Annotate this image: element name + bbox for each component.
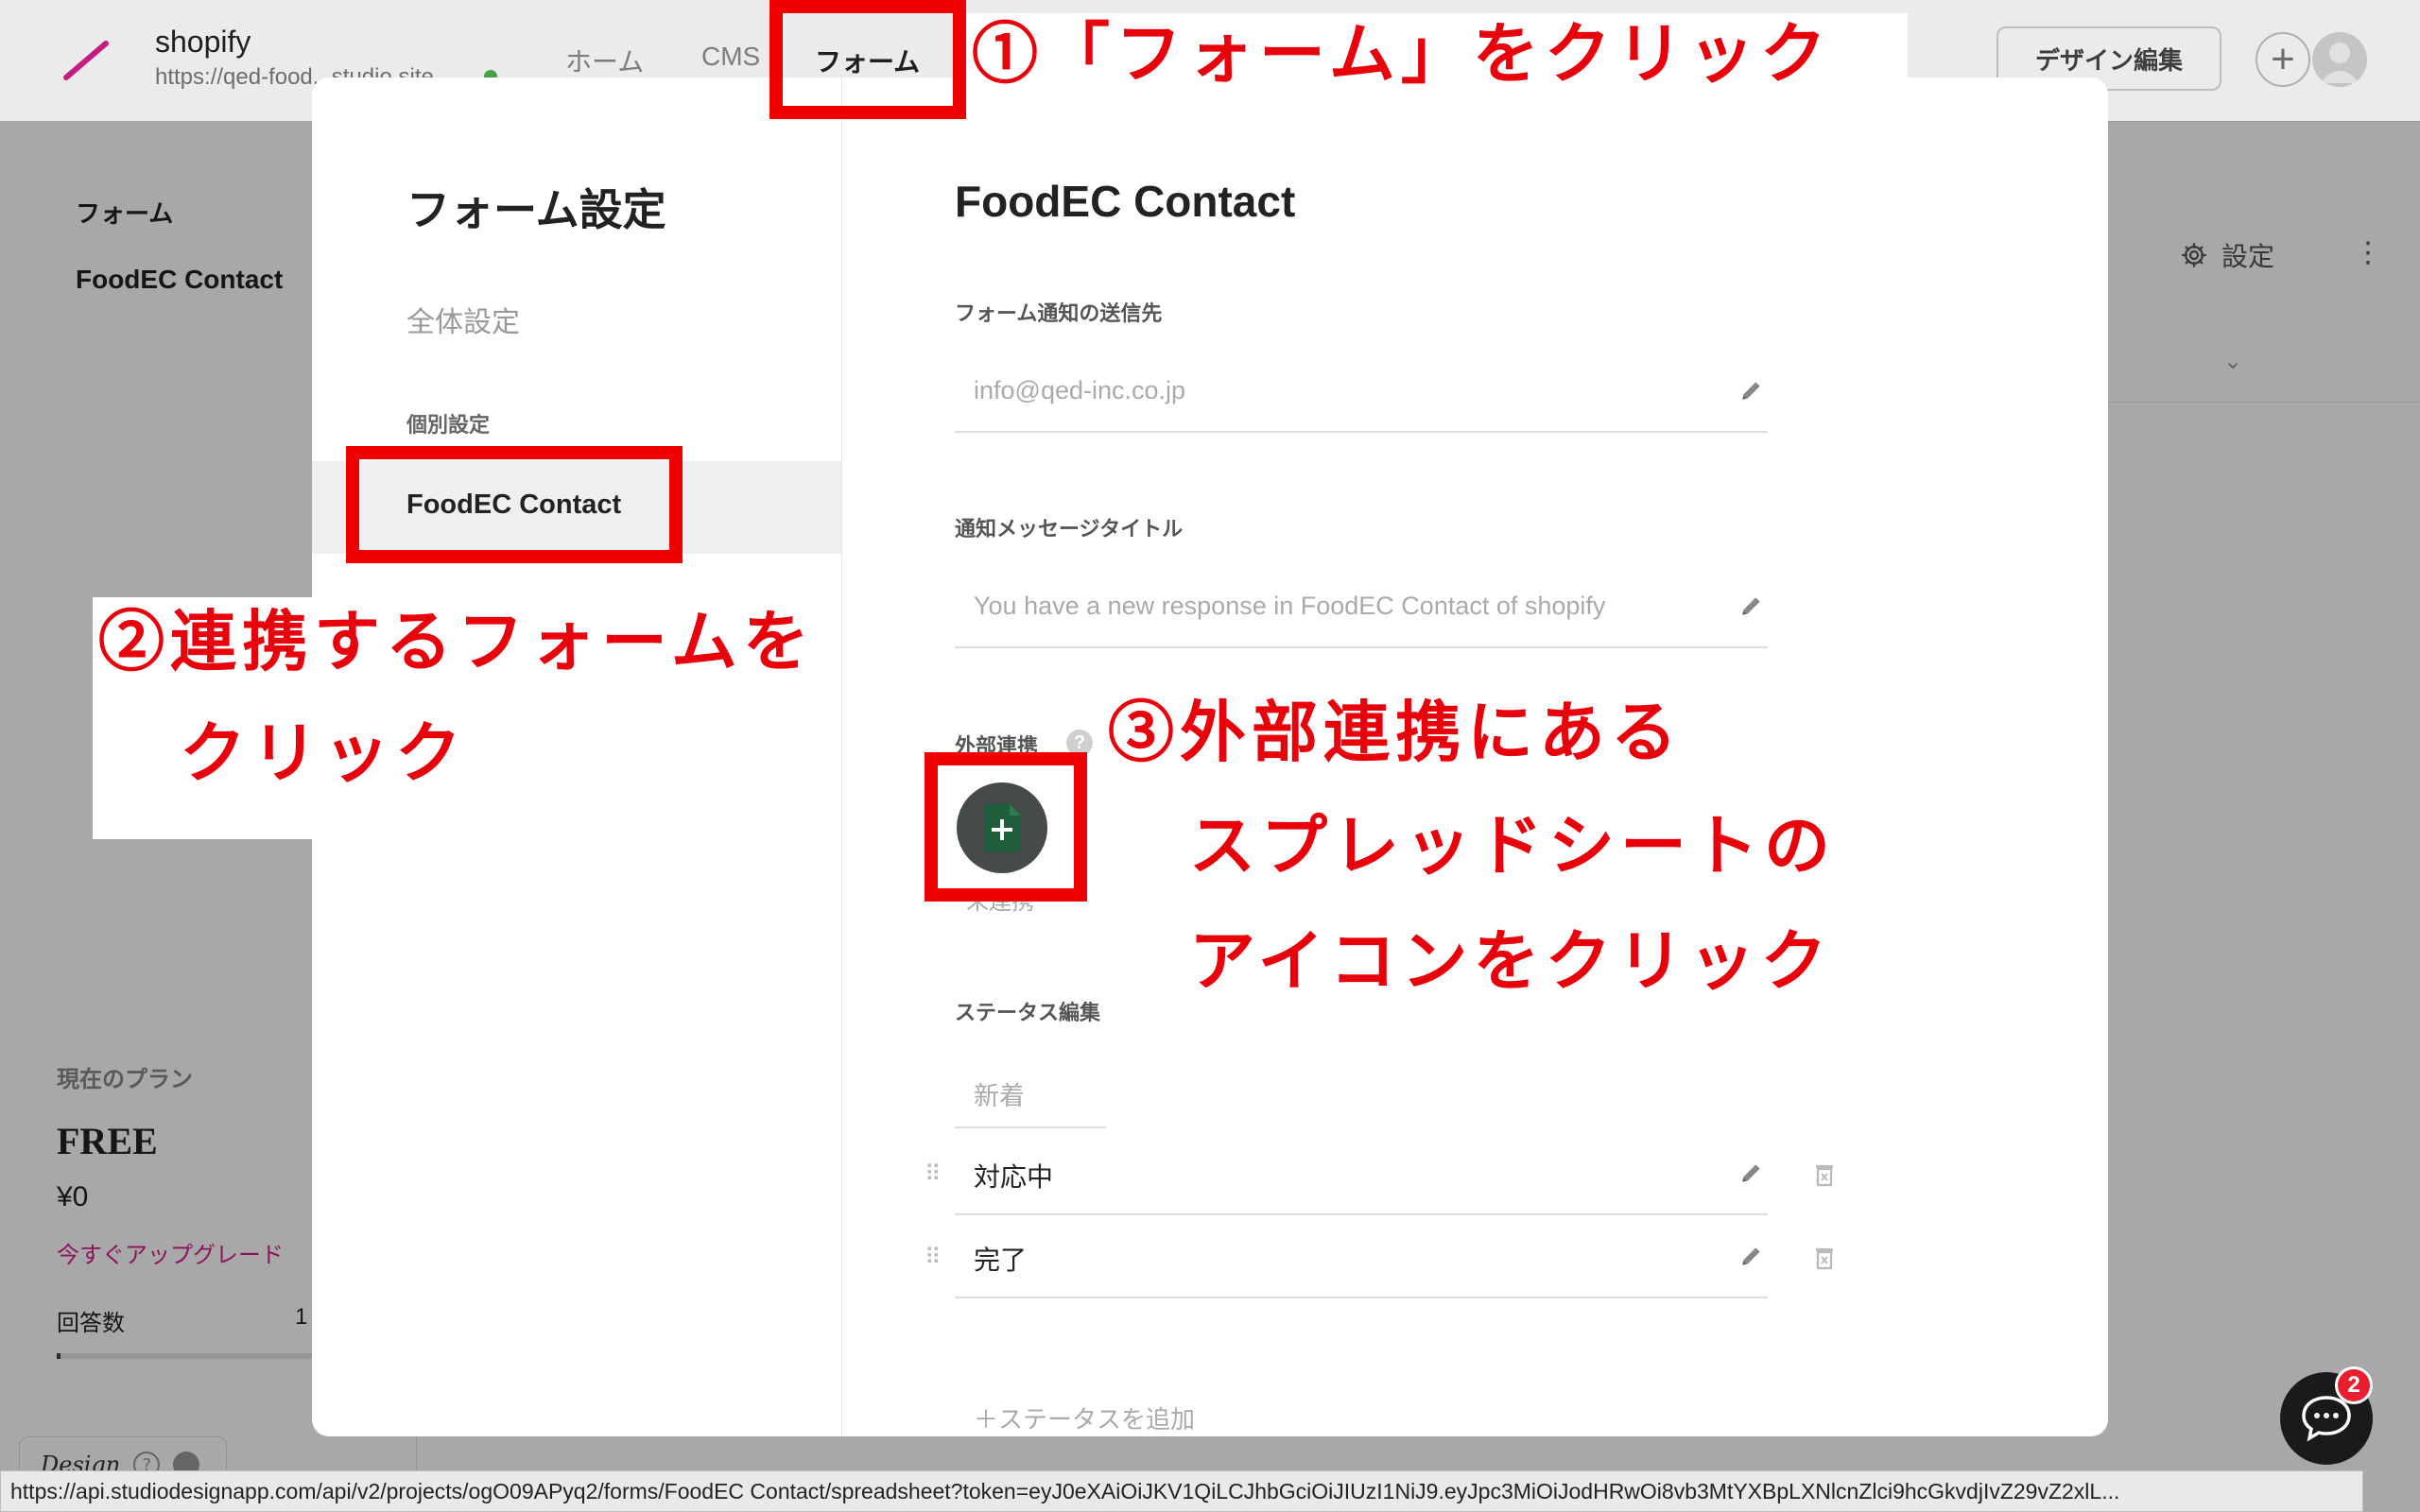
pencil-icon[interactable] <box>1739 1244 1764 1268</box>
modal-heading: フォーム設定 <box>406 185 666 234</box>
message-title-field[interactable]: You have a new response in FoodEC Contac… <box>974 592 1605 621</box>
annotation-step1: ①「フォーム」をクリック <box>972 14 1832 93</box>
trash-icon[interactable] <box>1813 1246 1836 1270</box>
trash-icon[interactable] <box>1813 1162 1836 1187</box>
annotation-box-form-item <box>346 446 683 563</box>
annotation-step3-line3: アイコンをクリック <box>1189 921 1833 1000</box>
chat-notification-badge: 2 <box>2335 1366 2373 1404</box>
pencil-icon[interactable] <box>1739 1160 1764 1185</box>
individual-settings-label: 個別設定 <box>406 413 491 437</box>
content-title: FoodEC Contact <box>955 177 1296 226</box>
status-item[interactable]: 完了 <box>974 1240 1027 1278</box>
message-title-label: 通知メッセージタイトル <box>955 517 1184 541</box>
add-status-button[interactable]: ＋ステータスを追加 <box>974 1400 1195 1435</box>
annotation-step3-line2: スプレッドシートの <box>1189 806 1836 885</box>
annotation-box-spreadsheet <box>925 752 1087 902</box>
pencil-icon[interactable] <box>1739 593 1764 618</box>
general-settings-item[interactable]: 全体設定 <box>406 299 520 340</box>
browser-status-url: https://api.studiodesignapp.com/api/v2/p… <box>0 1470 2363 1512</box>
annotation-step2-line1: ②連携するフォームを <box>98 602 815 680</box>
annotation-box-form-tab <box>769 0 966 119</box>
status-edit-label: ステータス編集 <box>955 1001 1101 1024</box>
status-divider <box>955 1213 1768 1215</box>
annotation-step3-line1: ③外部連携にある <box>1108 693 1683 771</box>
notify-email-field[interactable]: info@qed-inc.co.jp <box>974 376 1185 405</box>
notify-underline <box>955 431 1768 433</box>
pencil-icon[interactable] <box>1739 378 1764 403</box>
drag-handle-icon[interactable]: ⠿ <box>925 1244 942 1271</box>
annotation-step2-line2: クリック <box>180 713 467 792</box>
status-divider <box>955 1297 1768 1298</box>
message-title-underline <box>955 646 1768 648</box>
notify-label: フォーム通知の送信先 <box>955 301 1163 325</box>
drag-handle-icon[interactable]: ⠿ <box>925 1160 942 1188</box>
status-item[interactable]: 対応中 <box>974 1157 1053 1194</box>
status-new[interactable]: 新着 <box>955 1068 1106 1128</box>
